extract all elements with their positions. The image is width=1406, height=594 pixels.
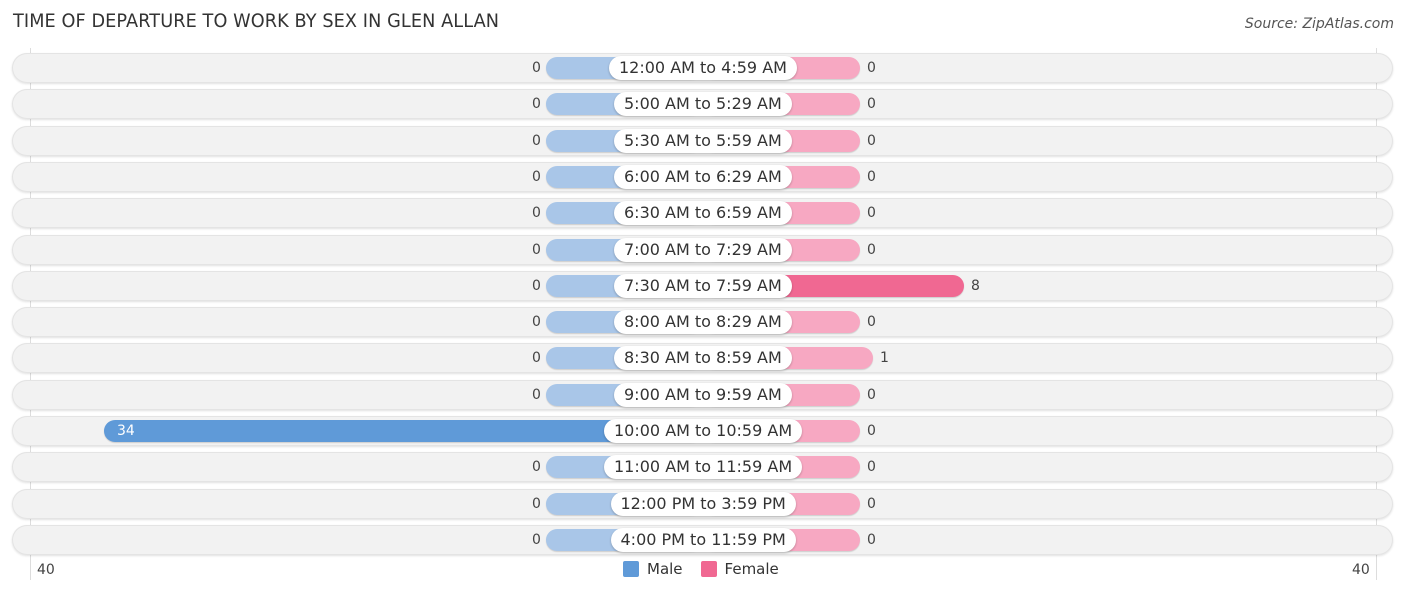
category-label: 6:30 AM to 6:59 AM <box>614 201 792 226</box>
category-label: 6:00 AM to 6:29 AM <box>614 164 792 189</box>
category-label: 12:00 PM to 3:59 PM <box>610 491 796 516</box>
category-label: 4:00 PM to 11:59 PM <box>610 527 796 552</box>
female-value-label: 0 <box>867 459 876 476</box>
female-value-label: 0 <box>867 495 876 512</box>
category-label: 7:00 AM to 7:29 AM <box>614 237 792 262</box>
category-label: 11:00 AM to 11:59 AM <box>604 455 803 480</box>
male-value-label: 0 <box>532 277 541 294</box>
male-value-label: 0 <box>532 168 541 185</box>
female-value-label: 0 <box>867 168 876 185</box>
legend-label-male: Male <box>647 560 683 578</box>
female-value-label: 0 <box>867 205 876 222</box>
female-value-label: 0 <box>867 531 876 548</box>
category-label: 5:30 AM to 5:59 AM <box>614 128 792 153</box>
category-label: 10:00 AM to 10:59 AM <box>604 419 803 443</box>
female-swatch <box>700 561 717 577</box>
male-value-label: 0 <box>532 241 541 258</box>
category-label: 12:00 AM to 4:59 AM <box>609 56 797 80</box>
male-value-label: 0 <box>532 205 541 222</box>
female-value-label: 0 <box>867 314 876 331</box>
right-axis-max-label: 40 <box>1352 562 1370 578</box>
legend-item-female[interactable]: Female <box>700 560 779 578</box>
category-label: 8:30 AM to 8:59 AM <box>614 346 792 371</box>
legend-item-male[interactable]: Male <box>623 560 683 578</box>
male-value-label: 0 <box>532 459 541 476</box>
female-value-label: 0 <box>867 386 876 403</box>
male-value-label: 0 <box>532 495 541 512</box>
female-value-label: 8 <box>971 277 980 294</box>
legend: Male Female <box>623 560 797 578</box>
female-value-label: 0 <box>867 423 876 439</box>
left-axis-max-label: 40 <box>37 562 55 578</box>
male-swatch <box>623 561 639 577</box>
male-value-label: 0 <box>532 132 541 149</box>
female-value-label: 1 <box>880 350 889 367</box>
female-value-label: 0 <box>867 241 876 258</box>
female-value-label: 0 <box>867 60 876 76</box>
female-value-label: 0 <box>867 132 876 149</box>
male-value-label: 0 <box>532 531 541 548</box>
category-label: 8:00 AM to 8:29 AM <box>614 310 792 335</box>
male-value-label: 0 <box>532 386 541 403</box>
male-value-label: 34 <box>117 423 135 439</box>
male-value-label: 0 <box>532 314 541 331</box>
chart-title: TIME OF DEPARTURE TO WORK BY SEX IN GLEN… <box>13 10 500 32</box>
category-label: 9:00 AM to 9:59 AM <box>614 382 792 407</box>
male-value-label: 0 <box>532 350 541 367</box>
male-value-label: 0 <box>532 60 541 76</box>
source-credit: Source: ZipAtlas.com <box>1244 16 1394 32</box>
male-value-label: 0 <box>532 96 541 113</box>
legend-label-female: Female <box>724 560 779 578</box>
category-label: 7:30 AM to 7:59 AM <box>614 273 792 298</box>
category-label: 5:00 AM to 5:29 AM <box>614 92 792 117</box>
female-value-label: 0 <box>867 96 876 113</box>
